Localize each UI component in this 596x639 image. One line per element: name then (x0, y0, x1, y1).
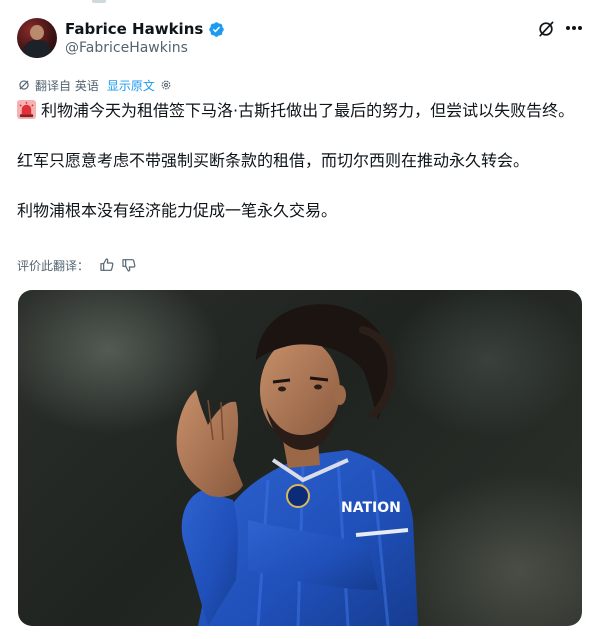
top-strip (0, 0, 596, 6)
rate-translation-label: 评价此翻译： (17, 258, 90, 273)
show-original-link[interactable]: 显示原文 (107, 77, 155, 94)
rate-translation-row: 评价此翻译： (17, 256, 137, 274)
tweet-paragraph-1: 利物浦今天为租借签下马洛·古斯托做出了最后的努力，但尝试以失败告终。 (17, 98, 583, 123)
player-hands (176, 390, 243, 497)
avatar[interactable] (17, 18, 57, 58)
scroll-marker (92, 0, 106, 3)
tweet-paragraph-3: 利物浦根本没有经济能力促成一笔永久交易。 (17, 201, 338, 220)
thumbs-up-icon[interactable] (99, 257, 115, 273)
tweet-photo[interactable]: NATION (18, 290, 582, 626)
tweet-paragraph-2: 红军只愿意考虑不带强制买断条款的租借，而切尔西则在推动永久转会。 (17, 151, 530, 170)
verified-badge-icon (209, 21, 225, 37)
thumbs-down-icon[interactable] (121, 257, 137, 273)
translation-label: 翻译自 英语 (35, 78, 99, 93)
tweet-paragraph-1-text: 利物浦今天为租借签下马洛·古斯托做出了最后的努力，但尝试以失败告终。 (41, 101, 575, 120)
author-name-row[interactable]: Fabrice Hawkins (65, 18, 225, 40)
more-icon[interactable] (566, 26, 582, 32)
avatar-head (30, 25, 44, 40)
grok-icon[interactable] (536, 19, 556, 39)
club-crest (286, 484, 310, 508)
author-display-name[interactable]: Fabrice Hawkins (65, 20, 203, 38)
translation-row: 翻译自 英语 显示原文 (17, 76, 173, 94)
gear-icon[interactable] (159, 78, 173, 92)
siren-emoji-icon (17, 100, 36, 119)
translate-icon (19, 80, 29, 90)
player-photo: NATION (176, 304, 418, 626)
avatar-torso (23, 40, 51, 58)
author-handle[interactable]: @FabriceHawkins (65, 40, 188, 56)
kit-sponsor-text: NATION (341, 500, 401, 516)
tweet-text: 利物浦今天为租借签下马洛·古斯托做出了最后的努力，但尝试以失败告终。 红军只愿意… (17, 98, 583, 223)
